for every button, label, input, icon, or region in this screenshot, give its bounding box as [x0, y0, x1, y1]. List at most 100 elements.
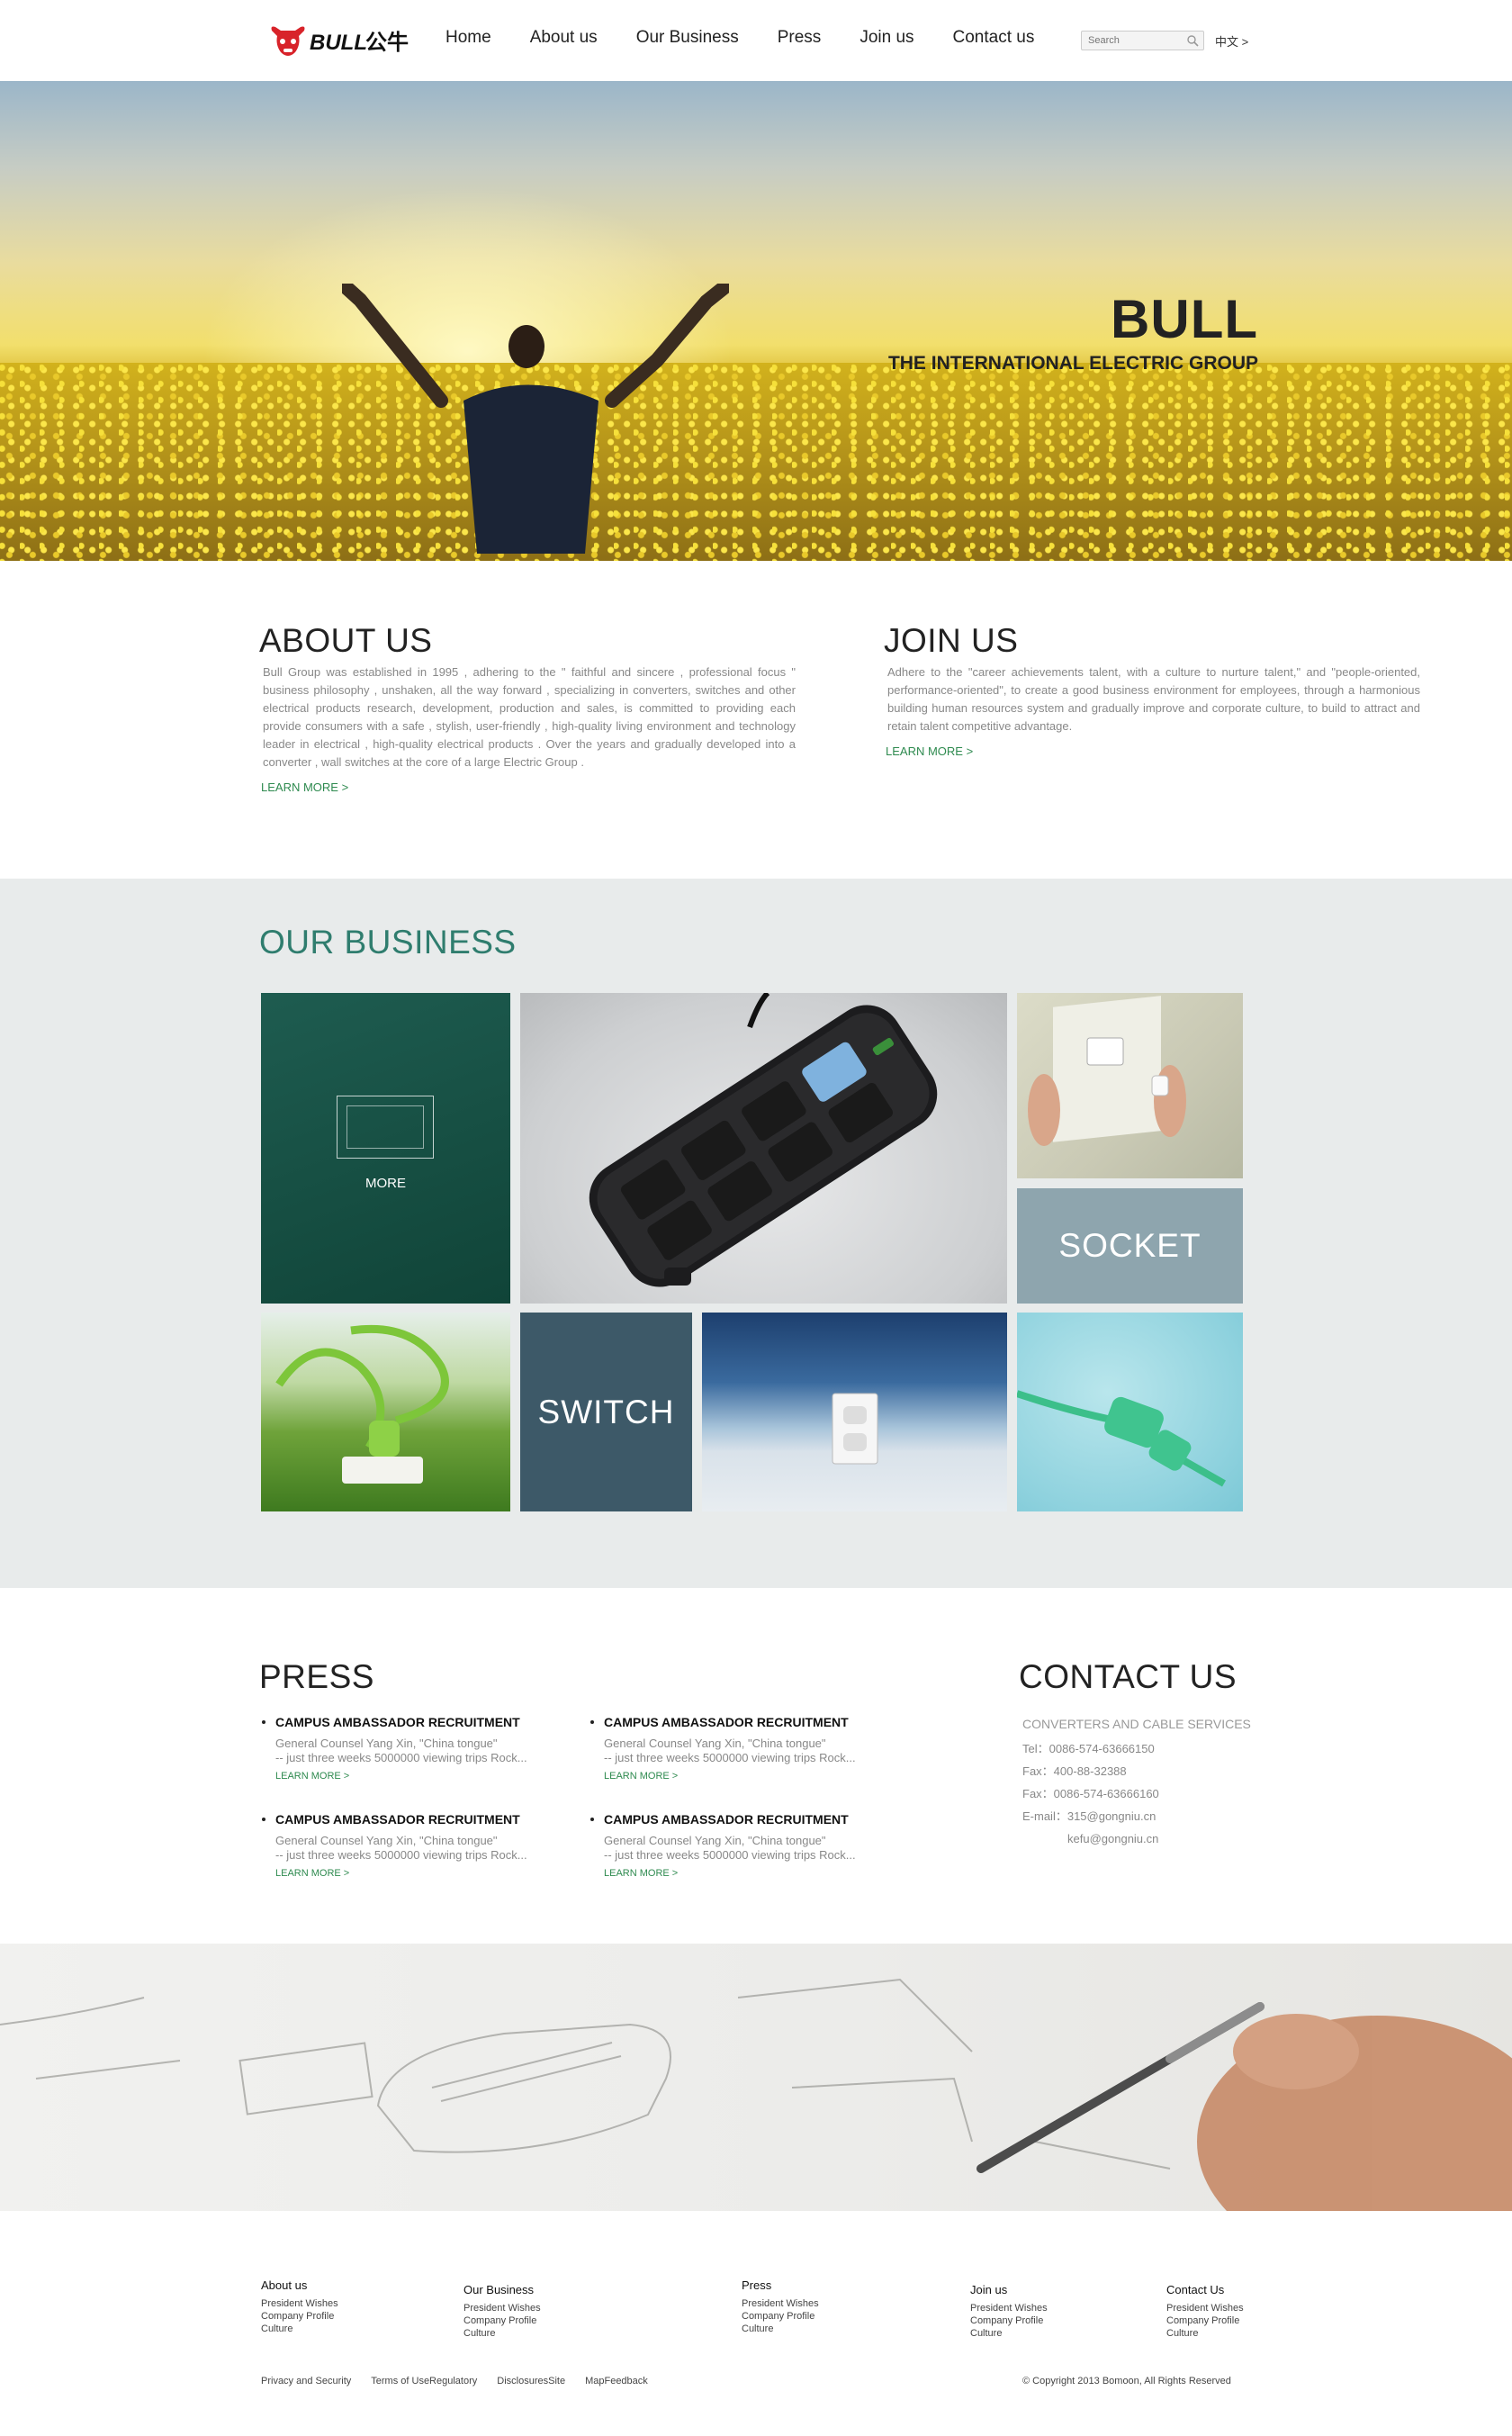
footer-link[interactable]: President Wishes — [970, 2302, 1048, 2314]
press-item-title[interactable]: CAMPUS AMBASSADOR RECRUITMENT — [589, 1715, 886, 1729]
grass-plug-image[interactable] — [261, 1313, 510, 1511]
footer-link[interactable]: Culture — [970, 2327, 1048, 2340]
footer-heading[interactable]: Contact Us — [1166, 2283, 1244, 2296]
footer-legal-link[interactable]: MapFeedback — [585, 2376, 648, 2386]
power-strip-illustration — [589, 993, 938, 1287]
press-item-title[interactable]: CAMPUS AMBASSADOR RECRUITMENT — [589, 1812, 886, 1827]
press-item: CAMPUS AMBASSADOR RECRUITMENT General Co… — [589, 1812, 886, 1879]
press-learn-more-link[interactable]: LEARN MORE > — [589, 1771, 886, 1782]
sketch-illustration — [0, 1978, 1512, 2211]
nav-our-business[interactable]: Our Business — [636, 28, 739, 48]
footer-link[interactable]: Culture — [464, 2327, 541, 2340]
nav-contact-us[interactable]: Contact us — [953, 28, 1035, 48]
footer-link[interactable]: President Wishes — [261, 2297, 338, 2310]
business-more-tile[interactable]: MORE — [261, 993, 510, 1304]
footer-column-business: Our Business President Wishes Company Pr… — [464, 2283, 541, 2340]
about-text: Bull Group was established in 1995 , adh… — [263, 665, 796, 769]
press-heading: PRESS — [259, 1658, 374, 1695]
footer-link[interactable]: President Wishes — [464, 2302, 541, 2314]
brand-logo[interactable]: BULL 公牛 — [268, 22, 427, 61]
footer-link[interactable]: Culture — [742, 2323, 819, 2335]
search-input[interactable] — [1082, 32, 1183, 50]
svg-text:公牛: 公牛 — [365, 30, 409, 55]
nav-press[interactable]: Press — [778, 28, 822, 48]
footer-link[interactable]: Culture — [261, 2323, 338, 2335]
business-heading: OUR BUSINESS — [259, 924, 517, 961]
press-item: CAMPUS AMBASSADOR RECRUITMENT General Co… — [589, 1715, 886, 1782]
window-icon — [337, 1096, 434, 1159]
contact-email-2[interactable]: kefu@gongniu.cn — [1022, 1827, 1251, 1850]
wall-socket-image[interactable] — [1017, 993, 1243, 1178]
contact-service: CONVERTERS AND CABLE SERVICES — [1022, 1717, 1251, 1731]
footer-legal-links: Privacy and Security Terms of UseRegulat… — [261, 2376, 668, 2386]
language-switch[interactable]: 中文 > — [1215, 32, 1248, 50]
press-item-title[interactable]: CAMPUS AMBASSADOR RECRUITMENT — [260, 1812, 557, 1827]
join-learn-more-link[interactable]: LEARN MORE > — [886, 744, 973, 758]
press-learn-more-link[interactable]: LEARN MORE > — [589, 1868, 886, 1879]
writing-hand — [976, 2002, 1512, 2211]
footer-heading[interactable]: Join us — [970, 2283, 1048, 2296]
person-illustration — [342, 284, 729, 554]
intro-section: ABOUT US Bull Group was established in 1… — [0, 561, 1512, 879]
about-heading: ABOUT US — [259, 622, 433, 659]
main-nav: Home About us Our Business Press Join us… — [446, 28, 1073, 48]
footer-link[interactable]: President Wishes — [742, 2297, 819, 2310]
footer-link[interactable]: Company Profile — [1166, 2314, 1244, 2327]
business-section: OUR BUSINESS MORE SOCKET SWITCH — [0, 879, 1512, 1588]
footer-legal-link[interactable]: Terms of UseRegulatory — [371, 2376, 477, 2386]
nav-join-us[interactable]: Join us — [860, 28, 914, 48]
header: BULL 公牛 Home About us Our Business Press… — [0, 0, 1512, 81]
footer-link[interactable]: Company Profile — [261, 2310, 338, 2323]
power-strip-image[interactable] — [520, 993, 1007, 1304]
search-box — [1081, 31, 1204, 50]
press-item: CAMPUS AMBASSADOR RECRUITMENT General Co… — [260, 1715, 557, 1782]
footer-column-contact: Contact Us President Wishes Company Prof… — [1166, 2283, 1244, 2340]
footer-link[interactable]: Company Profile — [742, 2310, 819, 2323]
footer-link[interactable]: Company Profile — [464, 2314, 541, 2327]
about-learn-more-link[interactable]: LEARN MORE > — [261, 780, 348, 794]
contact-email-1[interactable]: E-mail：315@gongniu.cn — [1022, 1805, 1251, 1827]
press-item-line2: -- just three weeks 5000000 viewing trip… — [275, 1751, 527, 1764]
socket-tile[interactable]: SOCKET — [1017, 1188, 1243, 1304]
join-block: JOIN US Adhere to the "career achievemen… — [884, 622, 1424, 760]
green-plug-image[interactable] — [1017, 1313, 1243, 1511]
svg-text:BULL: BULL — [310, 31, 367, 55]
footer-link[interactable]: President Wishes — [1166, 2302, 1244, 2314]
about-block: ABOUT US Bull Group was established in 1… — [259, 622, 799, 796]
contact-fax-1: Fax：400-88-32388 — [1022, 1764, 1127, 1778]
press-learn-more-link[interactable]: LEARN MORE > — [260, 1771, 557, 1782]
more-label: MORE — [365, 1176, 406, 1191]
footer-column-about: About us President Wishes Company Profil… — [261, 2278, 338, 2335]
join-heading: JOIN US — [884, 622, 1019, 659]
hero-banner: BULL THE INTERNATIONAL ELECTRIC GROUP — [0, 81, 1512, 561]
contact-info: CONVERTERS AND CABLE SERVICES Tel：0086-5… — [1022, 1713, 1251, 1850]
press-item-line2: -- just three weeks 5000000 viewing trip… — [604, 1751, 856, 1764]
hero-subtitle: THE INTERNATIONAL ELECTRIC GROUP — [887, 353, 1258, 374]
footer-link[interactable]: Culture — [1166, 2327, 1244, 2340]
press-item-title[interactable]: CAMPUS AMBASSADOR RECRUITMENT — [260, 1715, 557, 1729]
grass-plug-illustration — [275, 1324, 449, 1484]
footer: About us President Wishes Company Profil… — [0, 2211, 1512, 2436]
contact-tel: Tel：0086-574-63666150 — [1022, 1742, 1155, 1755]
footer-heading[interactable]: Our Business — [464, 2283, 541, 2296]
footer-heading[interactable]: Press — [742, 2278, 819, 2292]
outlet-landscape-image[interactable] — [702, 1313, 1007, 1511]
press-item-line2: -- just three weeks 5000000 viewing trip… — [275, 1848, 527, 1862]
footer-link[interactable]: Company Profile — [970, 2314, 1048, 2327]
switch-tile[interactable]: SWITCH — [520, 1313, 692, 1511]
footer-heading[interactable]: About us — [261, 2278, 338, 2292]
press-item-line1: General Counsel Yang Xin, "China tongue" — [604, 1834, 826, 1847]
join-text: Adhere to the "career achievements talen… — [887, 665, 1420, 733]
sketch-banner — [0, 1944, 1512, 2211]
footer-legal-link[interactable]: Privacy and Security — [261, 2376, 351, 2386]
green-plug-illustration — [1017, 1390, 1226, 1487]
press-item-line1: General Counsel Yang Xin, "China tongue" — [275, 1737, 498, 1750]
search-icon[interactable] — [1186, 34, 1199, 47]
footer-legal-link[interactable]: DisclosuresSite — [497, 2376, 565, 2386]
copyright: © Copyright 2013 Bomoon, All Rights Rese… — [1022, 2376, 1231, 2386]
press-item: CAMPUS AMBASSADOR RECRUITMENT General Co… — [260, 1812, 557, 1879]
nav-about-us[interactable]: About us — [530, 28, 598, 48]
wall-socket-illustration — [1028, 996, 1186, 1146]
nav-home[interactable]: Home — [446, 28, 491, 48]
press-learn-more-link[interactable]: LEARN MORE > — [260, 1868, 557, 1879]
